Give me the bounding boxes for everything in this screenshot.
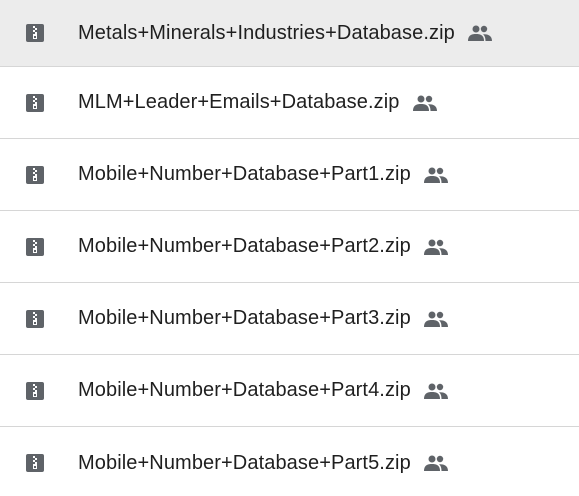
shared-people-icon [423,454,448,472]
zip-file-icon [26,381,44,400]
shared-people-icon [423,166,448,184]
zip-file-icon [26,24,44,42]
file-list: Metals+Minerals+Industries+Database.zip … [0,0,579,496]
shared-people-icon [423,310,448,328]
file-row[interactable]: Mobile+Number+Database+Part3.zip [0,283,579,355]
file-row[interactable]: MLM+Leader+Emails+Database.zip [0,67,579,139]
file-row[interactable]: Mobile+Number+Database+Part4.zip [0,355,579,427]
file-name: Mobile+Number+Database+Part1.zip [78,163,411,185]
file-row[interactable]: Mobile+Number+Database+Part1.zip [0,139,579,211]
file-name: Mobile+Number+Database+Part3.zip [78,307,411,329]
shared-people-icon [423,382,448,400]
zip-file-icon [26,237,44,256]
zip-file-icon [26,93,44,112]
shared-people-icon [423,238,448,256]
file-name: MLM+Leader+Emails+Database.zip [78,91,400,113]
shared-people-icon [412,94,437,112]
file-name: Mobile+Number+Database+Part2.zip [78,235,411,257]
file-row[interactable]: Mobile+Number+Database+Part2.zip [0,211,579,283]
zip-file-icon [26,454,44,472]
file-name: Mobile+Number+Database+Part5.zip [78,451,411,474]
zip-file-icon [26,165,44,184]
zip-file-icon [26,309,44,328]
file-row[interactable]: Metals+Minerals+Industries+Database.zip [0,0,579,67]
file-name: Metals+Minerals+Industries+Database.zip [78,21,455,44]
file-row[interactable]: Mobile+Number+Database+Part5.zip [0,427,579,496]
shared-people-icon [467,24,492,42]
file-name: Mobile+Number+Database+Part4.zip [78,379,411,401]
